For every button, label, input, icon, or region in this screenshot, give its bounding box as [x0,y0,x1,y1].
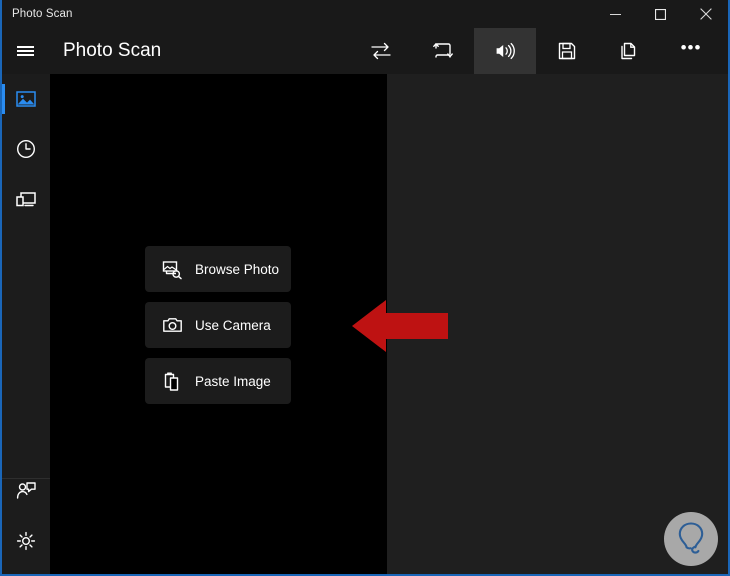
sidebar-item-photo[interactable] [2,74,50,124]
copy-button[interactable] [598,28,660,74]
browse-photo-label: Browse Photo [195,262,279,277]
annotation-arrow [352,299,448,353]
toolbar: ••• [350,28,728,74]
save-disk-icon [556,40,578,62]
clock-icon [15,138,37,160]
paste-image-label: Paste Image [195,374,271,389]
minimize-icon [610,9,621,20]
sidebar-item-history[interactable] [2,124,50,174]
hamburger-icon [17,44,34,59]
menu-button[interactable] [2,28,48,74]
use-camera-button[interactable]: Use Camera [145,302,291,348]
copy-pages-icon [618,40,640,62]
ellipsis-icon: ••• [681,39,702,56]
lightbulb-icon [673,520,709,558]
camera-icon [161,315,183,336]
more-button[interactable]: ••• [660,28,722,74]
clipboard-icon [161,371,183,392]
photo-canvas[interactable]: Browse Photo Use Camera [50,74,387,574]
browse-photo-button[interactable]: Browse Photo [145,246,291,292]
speaker-icon [494,40,516,62]
close-button[interactable] [683,0,728,28]
sidebar-bottom [2,466,50,566]
save-button[interactable] [536,28,598,74]
rotate-button[interactable] [412,28,474,74]
feedback-person-icon [15,480,37,502]
image-icon [15,88,37,110]
watermark-logo [664,512,718,566]
sidebar-item-devices[interactable] [2,174,50,224]
close-icon [700,8,712,20]
paste-image-button[interactable]: Paste Image [145,358,291,404]
devices-icon [15,188,37,210]
titlebar: Photo Scan [2,0,728,28]
sidebar-item-settings[interactable] [2,516,50,566]
gear-icon [15,530,37,552]
page-title: Photo Scan [63,40,161,62]
sidebar-item-feedback[interactable] [2,466,50,516]
swap-button[interactable] [350,28,412,74]
titlebar-title: Photo Scan [12,8,72,20]
rotate-icon [432,40,454,62]
minimize-button[interactable] [593,0,638,28]
action-button-group: Browse Photo Use Camera [145,246,291,414]
speak-button[interactable] [474,28,536,74]
command-bar: Photo Scan [2,28,728,74]
use-camera-label: Use Camera [195,318,271,333]
sidebar [2,74,50,574]
maximize-icon [655,9,666,20]
photo-scan-window: Photo Scan [0,0,730,576]
swap-arrows-icon [370,40,392,62]
window-controls [593,0,728,28]
browse-photo-icon [161,259,183,280]
maximize-button[interactable] [638,0,683,28]
